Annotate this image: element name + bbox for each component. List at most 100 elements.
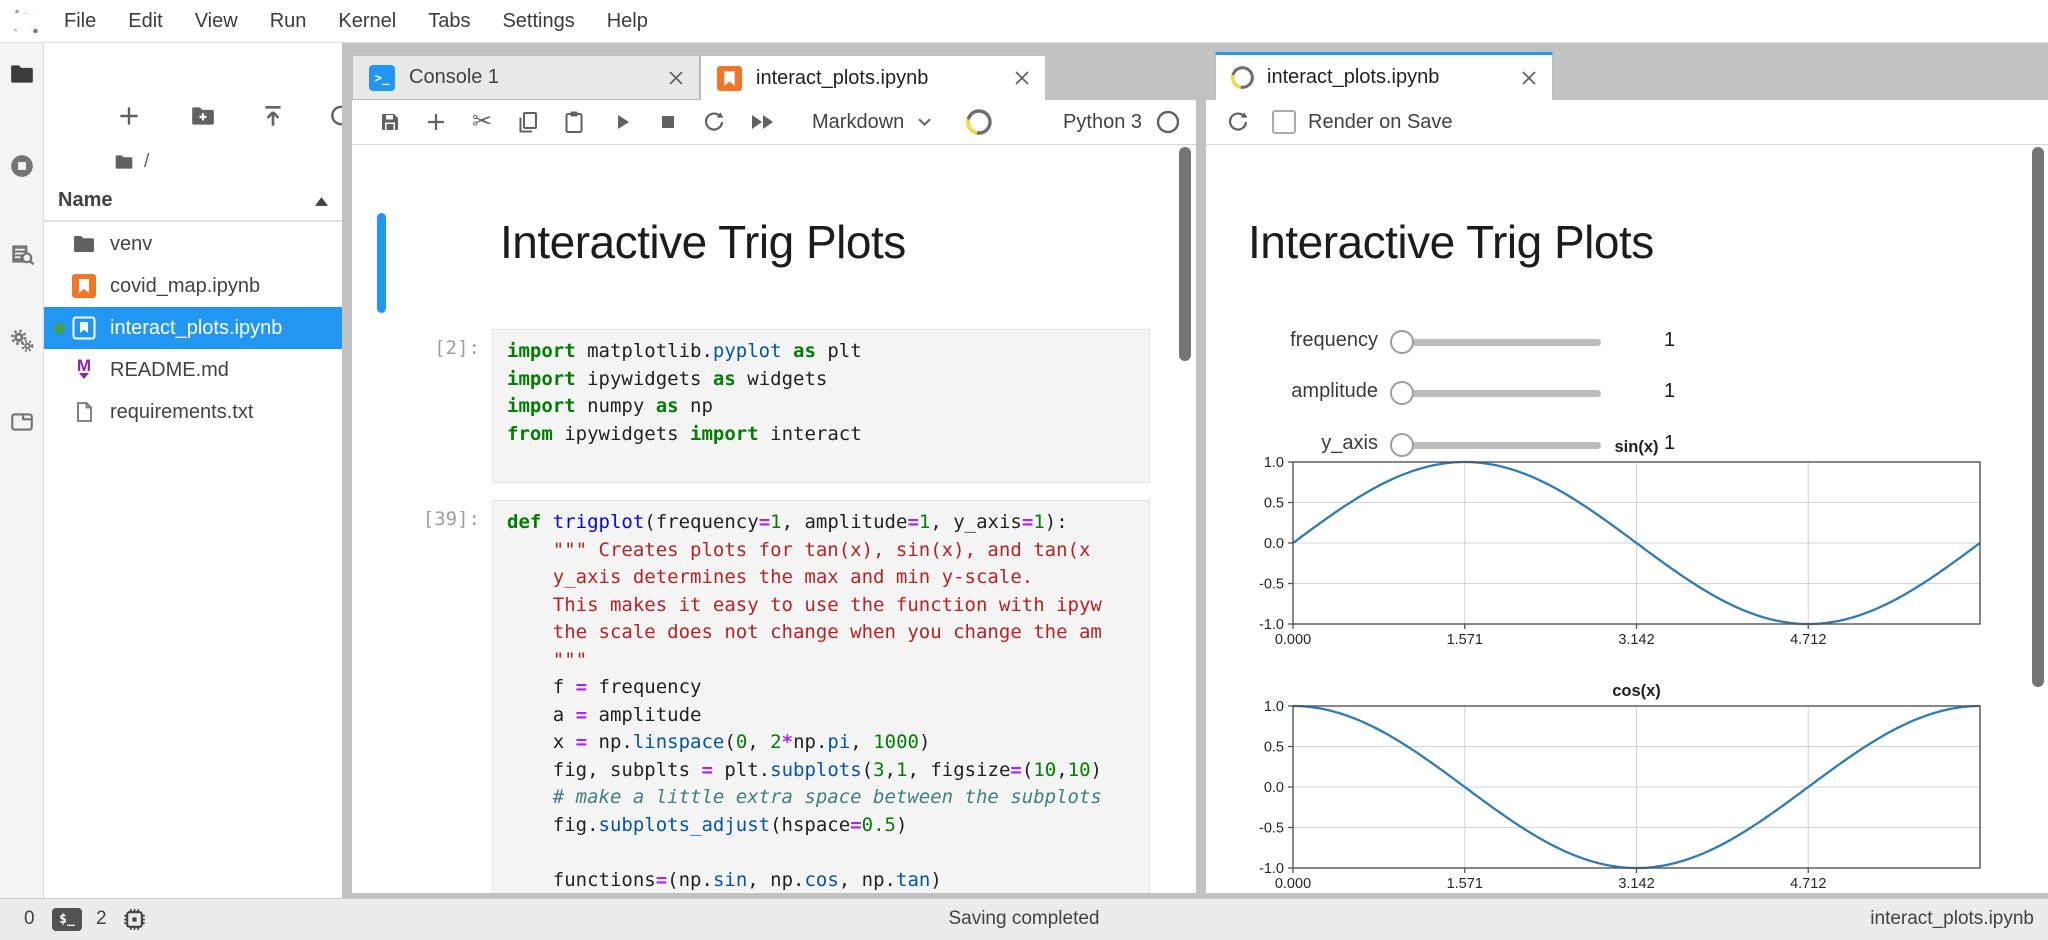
code-line: This makes it easy to use the function w… bbox=[507, 592, 1149, 620]
kernel-busy-spinner-icon bbox=[1230, 65, 1255, 90]
cell-type-dropdown[interactable]: Markdown bbox=[812, 111, 904, 134]
cell-collapser[interactable] bbox=[377, 213, 386, 313]
name-column-header[interactable]: Name bbox=[58, 189, 112, 212]
code-line: x = np.linspace(0, 2*np.pi, 1000) bbox=[507, 729, 1149, 757]
breadcrumb[interactable]: / bbox=[114, 147, 149, 177]
svg-text:0.0: 0.0 bbox=[1264, 536, 1284, 552]
refresh-icon[interactable] bbox=[1226, 110, 1250, 134]
notebook-icon bbox=[717, 66, 742, 91]
close-icon[interactable] bbox=[1011, 67, 1033, 89]
execution-count: [39]: bbox=[388, 508, 480, 530]
tab-console-1[interactable]: >_ Console 1 bbox=[352, 55, 700, 100]
property-inspector-gears-icon[interactable] bbox=[9, 327, 35, 353]
code-line: the scale does not change when you chang… bbox=[507, 619, 1149, 647]
new-launcher-icon[interactable] bbox=[116, 103, 142, 129]
folder-icon bbox=[114, 152, 134, 172]
tab-notebook-editor[interactable]: interact_plots.ipynb bbox=[700, 55, 1046, 100]
frequency-slider-handle[interactable] bbox=[1390, 330, 1414, 354]
notebook-content[interactable]: Interactive Trig Plots [2]: import matpl… bbox=[352, 145, 1196, 893]
svg-text:0.000: 0.000 bbox=[1275, 632, 1311, 645]
svg-text:4.712: 4.712 bbox=[1790, 876, 1826, 889]
breadcrumb-root[interactable]: / bbox=[144, 151, 149, 173]
stop-icon[interactable] bbox=[656, 110, 680, 134]
svg-text:1.571: 1.571 bbox=[1447, 876, 1483, 889]
code-line: f = frequency bbox=[507, 674, 1149, 702]
sidebar-icon-strip bbox=[0, 43, 44, 898]
kernel-name[interactable]: Python 3 bbox=[1063, 111, 1142, 134]
save-icon[interactable] bbox=[378, 110, 402, 134]
copy-icon[interactable] bbox=[516, 110, 540, 134]
menu-item-settings[interactable]: Settings bbox=[486, 10, 590, 33]
menu-item-file[interactable]: File bbox=[48, 10, 112, 33]
close-icon[interactable] bbox=[665, 67, 687, 89]
running-kernels-icon[interactable] bbox=[9, 153, 35, 179]
code-cell-trigplot[interactable]: def trigplot(frequency=1, amplitude=1, y… bbox=[492, 500, 1150, 893]
preview-title: Interactive Trig Plots bbox=[1248, 215, 1654, 269]
restart-kernel-icon[interactable] bbox=[702, 110, 726, 134]
code-cell-imports[interactable]: import matplotlib.pyplot as pltimport ip… bbox=[492, 329, 1150, 483]
file-name: requirements.txt bbox=[110, 401, 253, 424]
frequency-slider[interactable] bbox=[1396, 339, 1601, 346]
render-on-save-checkbox[interactable] bbox=[1272, 110, 1296, 134]
code-line: """ Creates plots for tan(x), sin(x), an… bbox=[507, 537, 1149, 565]
tab-label: interact_plots.ipynb bbox=[1267, 66, 1439, 89]
add-cell-icon[interactable] bbox=[424, 110, 448, 134]
file-row-venv[interactable]: venv bbox=[44, 223, 342, 265]
preview-scrollbar[interactable] bbox=[2032, 147, 2044, 687]
notebook-scrollbar[interactable] bbox=[1179, 147, 1191, 361]
file-browser-icon[interactable] bbox=[9, 61, 35, 87]
file-row-covid-map[interactable]: covid_map.ipynb bbox=[44, 265, 342, 307]
menu-item-view[interactable]: View bbox=[179, 10, 254, 33]
preview-content[interactable]: Interactive Trig Plots frequency 1 ampli… bbox=[1206, 145, 2048, 893]
tab-notebook-preview[interactable]: interact_plots.ipynb bbox=[1215, 52, 1553, 100]
run-icon[interactable] bbox=[610, 110, 634, 134]
new-folder-icon[interactable] bbox=[190, 103, 216, 129]
menu-item-tabs[interactable]: Tabs bbox=[412, 10, 486, 33]
jupyter-logo-icon bbox=[12, 7, 40, 35]
chevron-down-icon[interactable] bbox=[918, 118, 931, 127]
slider-label: amplitude bbox=[1208, 380, 1378, 403]
current-file-indicator[interactable]: interact_plots.ipynb bbox=[1870, 908, 2034, 930]
menu-item-help[interactable]: Help bbox=[591, 10, 664, 33]
kernel-status-icon[interactable] bbox=[1156, 110, 1180, 134]
menu-item-run[interactable]: Run bbox=[254, 10, 323, 33]
restart-run-all-icon[interactable] bbox=[748, 110, 782, 134]
svg-text:0.5: 0.5 bbox=[1264, 740, 1284, 756]
code-line: y_axis determines the max and min y-scal… bbox=[507, 564, 1149, 592]
render-on-save-label: Render on Save bbox=[1308, 111, 1453, 134]
file-list-header[interactable]: Name bbox=[44, 183, 342, 222]
code-line: a = amplitude bbox=[507, 702, 1149, 730]
code-line: from ipywidgets import interact bbox=[507, 421, 1149, 449]
menu-item-kernel[interactable]: Kernel bbox=[322, 10, 412, 33]
amplitude-slider-handle[interactable] bbox=[1390, 381, 1414, 405]
inspector-icon[interactable] bbox=[9, 241, 35, 267]
code-line: fig, subplts = plt.subplots(3,1, figsize… bbox=[507, 757, 1149, 785]
plot-cos: 0.0001.5713.1424.7121.00.50.0-0.5-1.0cos… bbox=[1240, 682, 1985, 889]
code-line: """ bbox=[507, 647, 1149, 675]
preview-toolbar: Render on Save bbox=[1206, 100, 2048, 145]
markdown-title: Interactive Trig Plots bbox=[500, 215, 906, 269]
svg-text:3.142: 3.142 bbox=[1618, 876, 1654, 889]
file-row-requirements[interactable]: requirements.txt bbox=[44, 391, 342, 433]
preview-panel: Render on Save Interactive Trig Plots fr… bbox=[1206, 100, 2048, 893]
svg-text:-0.5: -0.5 bbox=[1259, 821, 1284, 837]
close-icon[interactable] bbox=[1518, 67, 1540, 89]
sort-ascending-icon[interactable] bbox=[315, 197, 328, 206]
file-row-readme[interactable]: M README.md bbox=[44, 349, 342, 391]
open-tabs-icon[interactable] bbox=[9, 409, 35, 435]
code-line: functions=(np.sin, np.cos, np.tan) bbox=[507, 867, 1149, 894]
file-row-interact-plots[interactable]: interact_plots.ipynb bbox=[44, 307, 342, 349]
notebook-icon bbox=[72, 274, 96, 298]
code-line: import numpy as np bbox=[507, 393, 1149, 421]
code-line: import ipywidgets as widgets bbox=[507, 366, 1149, 394]
upload-icon[interactable] bbox=[260, 103, 286, 129]
cut-icon[interactable]: ✂ bbox=[470, 110, 494, 134]
slider-value: 1 bbox=[1664, 329, 1675, 352]
notebook-panel: ✂ Markdown bbox=[352, 100, 1196, 893]
text-file-icon bbox=[72, 400, 96, 424]
paste-icon[interactable] bbox=[562, 110, 586, 134]
amplitude-slider[interactable] bbox=[1396, 390, 1601, 397]
menu-item-edit[interactable]: Edit bbox=[112, 10, 178, 33]
svg-text:0.0: 0.0 bbox=[1264, 780, 1284, 796]
notebook-toolbar: ✂ Markdown bbox=[352, 100, 1196, 145]
